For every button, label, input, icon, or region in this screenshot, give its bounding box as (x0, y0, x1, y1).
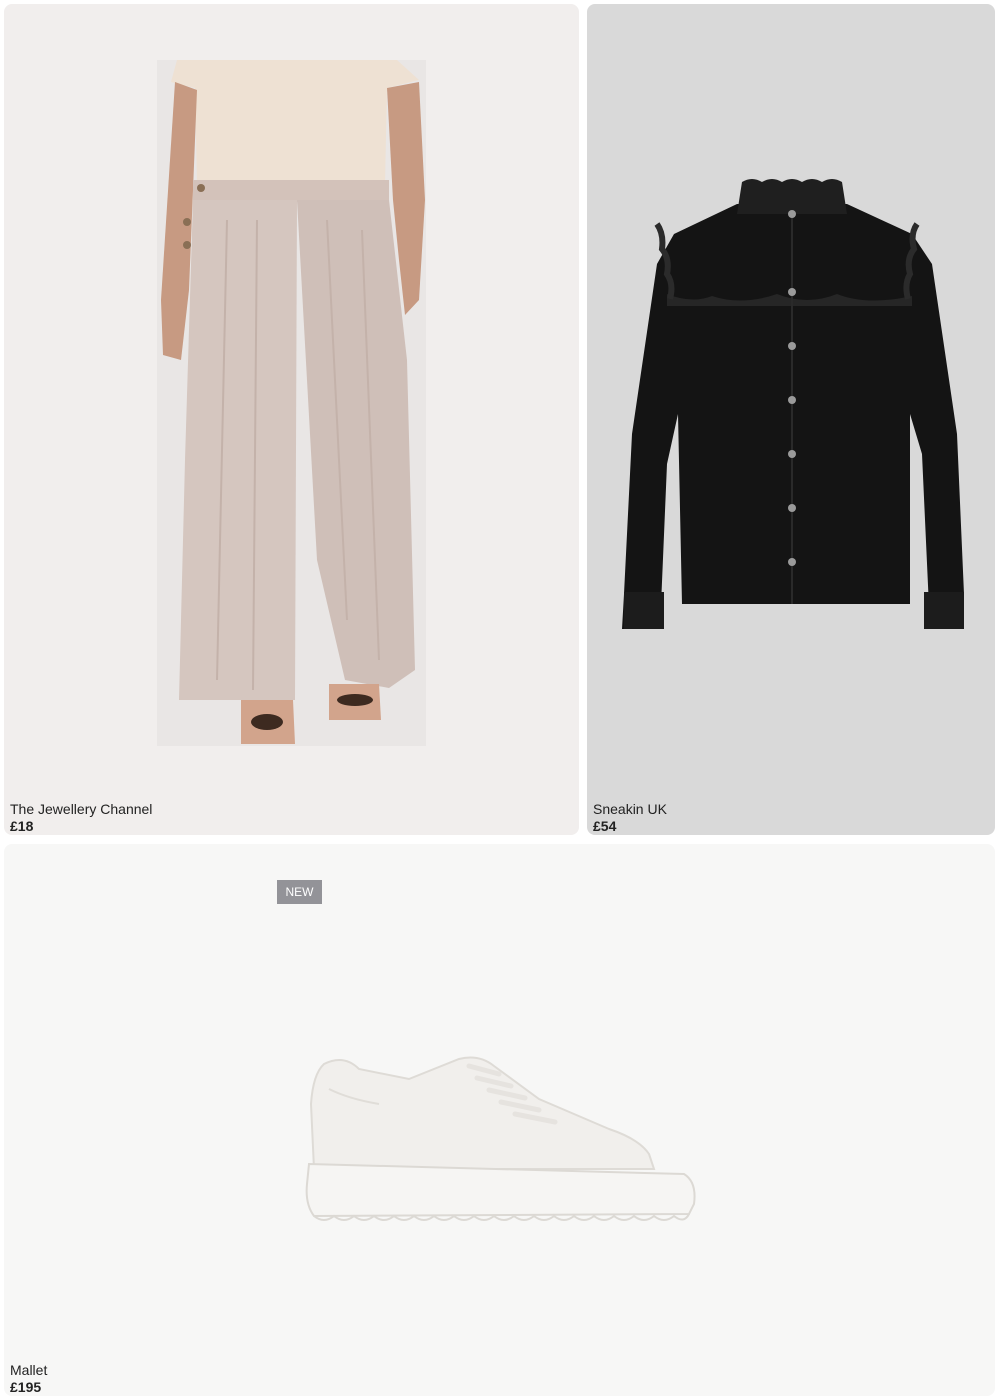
product-card-sneaker[interactable]: NEW Mallet £195 (4, 844, 995, 1396)
product-card-shirt[interactable]: Sneakin UK £54 (587, 4, 995, 835)
product-brand[interactable]: Mallet (10, 1362, 47, 1379)
product-price: £18 (10, 818, 34, 834)
product-price: £195 (10, 1379, 42, 1395)
new-badge: NEW (277, 880, 322, 904)
product-brand[interactable]: Sneakin UK (593, 801, 667, 818)
product-caption: Sneakin UK £54 (593, 801, 667, 835)
product-price: £54 (593, 818, 617, 834)
product-image-shirt[interactable] (612, 174, 972, 644)
product-caption: Mallet £195 (10, 1362, 47, 1396)
product-card-trousers[interactable]: The Jewellery Channel £18 (4, 4, 579, 835)
product-image-trousers[interactable] (157, 60, 426, 746)
product-brand[interactable]: The Jewellery Channel (10, 801, 152, 818)
product-caption: The Jewellery Channel £18 (10, 801, 152, 835)
product-image-sneaker[interactable] (289, 1044, 709, 1244)
